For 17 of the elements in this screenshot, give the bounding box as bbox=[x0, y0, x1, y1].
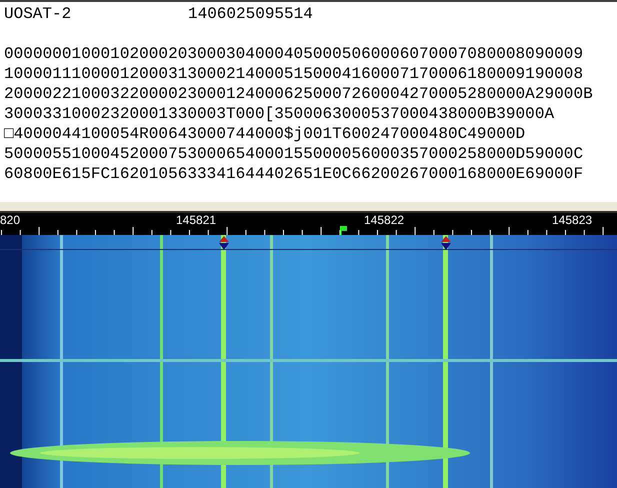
frequency-label: 820 bbox=[0, 213, 20, 227]
frequency-label: 145822 bbox=[364, 213, 404, 227]
telemetry-line: 30003310002320001330003T000[3500063000537000438000B39000A bbox=[4, 104, 556, 124]
telemetry-line: 100001110000120003130002140005150004160007170006180009190008 bbox=[4, 64, 584, 84]
satellite-name: UOSAT-2 bbox=[4, 4, 72, 24]
telemetry-line: 60800E615FC1620105633341644402651E0C66200267000168000E69000F bbox=[4, 164, 584, 184]
telemetry-line: 50000551000452000753000654000155000056000357000258000D59000C bbox=[4, 144, 584, 164]
marker-icon[interactable] bbox=[441, 236, 451, 250]
telemetry-line: □4000044100054R00643000744000$j001T600247000480C49000D bbox=[4, 124, 526, 144]
flag-icon[interactable] bbox=[340, 226, 347, 235]
frequency-label: 145823 bbox=[552, 213, 592, 227]
frequency-label: 145821 bbox=[176, 213, 216, 227]
marker-icon[interactable] bbox=[219, 236, 229, 250]
telemetry-line: 200002210003220000230001240006250007260004270005280000A29000B bbox=[4, 84, 594, 104]
splitter-bar[interactable] bbox=[0, 202, 617, 213]
timestamp: 1406025095514 bbox=[188, 4, 313, 24]
telemetry-line: 000000010001020002030003040004050005060006070007080008090009 bbox=[4, 44, 584, 64]
